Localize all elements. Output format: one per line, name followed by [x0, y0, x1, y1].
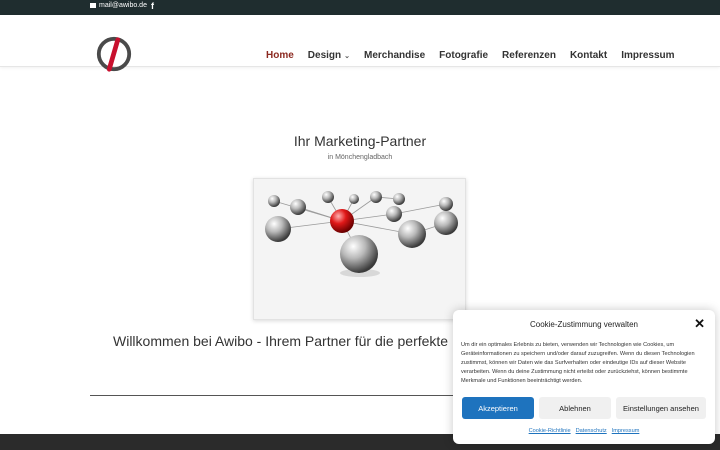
cookie-text: Um dir ein optimales Erlebnis zu bieten,… — [461, 342, 695, 384]
imprint-link[interactable]: Impressum — [612, 428, 640, 434]
welcome-heading: Willkommen bei Awibo - Ihrem Partner für… — [113, 333, 456, 349]
network-illustration — [265, 191, 458, 277]
site-header: Home Design ⌄ Merchandise Fotografie Refe… — [0, 15, 720, 72]
envelope-icon — [90, 3, 96, 8]
settings-button[interactable]: Einstellungen ansehen — [616, 397, 706, 419]
nav-item-fotografie[interactable]: Fotografie — [439, 50, 488, 61]
nav-item-kontakt[interactable]: Kontakt — [570, 50, 607, 61]
network-spheres-image — [253, 178, 466, 320]
email-text[interactable]: mail@awibo.de — [99, 2, 147, 9]
nav-item-merchandise[interactable]: Merchandise — [364, 50, 425, 61]
deny-button[interactable]: Ablehnen — [539, 397, 611, 419]
chevron-down-icon: ⌄ — [344, 53, 351, 60]
close-icon[interactable]: ✕ — [694, 316, 705, 332]
email-link[interactable]: mail@awibo.de — [90, 2, 147, 9]
privacy-link[interactable]: Datenschutz — [576, 428, 607, 434]
nav-item-design[interactable]: Design ⌄ — [308, 50, 350, 61]
page-title: Ihr Marketing-Partner — [293, 133, 427, 149]
main-nav: Home Design ⌄ Merchandise Fotografie Refe… — [266, 50, 675, 61]
nav-item-home[interactable]: Home — [266, 50, 294, 61]
cookie-title: Cookie-Zustimmung verwalten — [529, 320, 639, 329]
awibo-logo[interactable] — [95, 35, 133, 73]
cookie-policy-link[interactable]: Cookie-Richtlinie — [529, 428, 571, 434]
nav-item-design-label: Design — [307, 50, 342, 61]
nav-item-referenzen[interactable]: Referenzen — [502, 50, 556, 61]
top-bar: mail@awibo.de f — [0, 0, 720, 15]
cookie-links: Cookie-Richtlinie Datenschutz Impressum — [453, 428, 715, 434]
page-subtitle: in Mönchengladbach — [327, 154, 393, 161]
facebook-icon[interactable]: f — [151, 1, 154, 11]
nav-item-impressum[interactable]: Impressum — [621, 50, 674, 61]
accept-button[interactable]: Akzeptieren — [462, 397, 534, 419]
divider — [90, 395, 456, 396]
cookie-consent-dialog: Cookie-Zustimmung verwalten ✕ Um dir ein… — [453, 310, 715, 444]
